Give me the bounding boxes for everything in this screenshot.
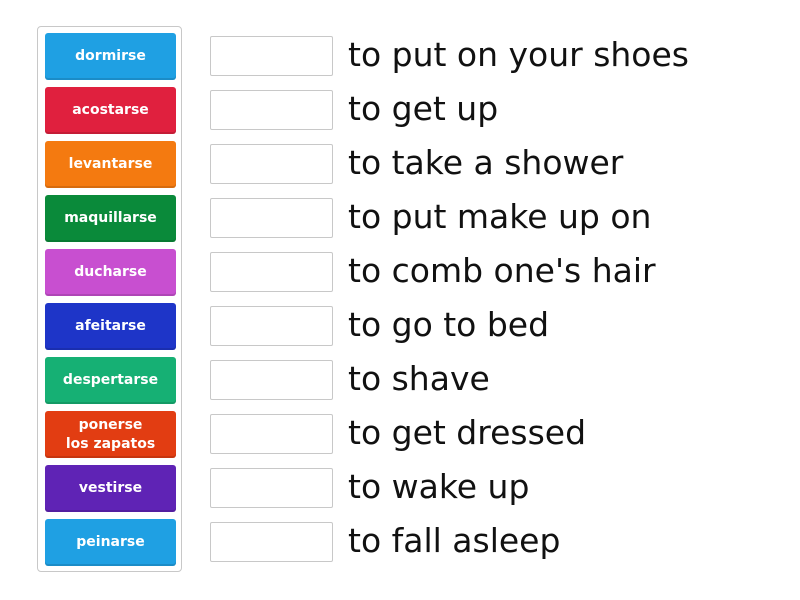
drop-slot[interactable]: [210, 414, 333, 454]
definition-text: to put on your shoes: [348, 35, 689, 74]
tile-label: vestirse: [78, 480, 143, 496]
draggable-tile[interactable]: dormirse: [45, 33, 176, 80]
definition-text: to shave: [348, 359, 490, 398]
definition-text: to get up: [348, 89, 499, 128]
draggable-tile[interactable]: ducharse: [45, 249, 176, 296]
drop-slot[interactable]: [210, 468, 333, 508]
draggable-tile[interactable]: vestirse: [45, 465, 176, 512]
draggable-tile[interactable]: acostarse: [45, 87, 176, 134]
definition-text: to fall asleep: [348, 521, 561, 560]
drop-slot[interactable]: [210, 144, 333, 184]
tile-label: despertarse: [62, 372, 159, 388]
drop-slot[interactable]: [210, 198, 333, 238]
definition-text: to go to bed: [348, 305, 550, 344]
drop-slot[interactable]: [210, 522, 333, 562]
tile-label: levantarse: [68, 156, 153, 172]
drop-slot[interactable]: [210, 90, 333, 130]
draggable-tile[interactable]: levantarse: [45, 141, 176, 188]
definition-text: to wake up: [348, 467, 530, 506]
tile-label: maquillarse: [64, 210, 157, 226]
definition-text: to take a shower: [348, 143, 624, 182]
definition-text: to comb one's hair: [348, 251, 656, 290]
tile-label: ducharse: [74, 264, 147, 280]
definition-text: to get dressed: [348, 413, 587, 452]
drop-slot[interactable]: [210, 306, 333, 346]
drop-slot[interactable]: [210, 252, 333, 292]
drop-slot[interactable]: [210, 36, 333, 76]
tile-label: dormirse: [75, 48, 146, 64]
draggable-tile[interactable]: maquillarse: [45, 195, 176, 242]
draggable-tile[interactable]: peinarse: [45, 519, 176, 566]
drop-slot[interactable]: [210, 360, 333, 400]
draggable-tile[interactable]: despertarse: [45, 357, 176, 404]
tile-label: peinarse: [76, 534, 145, 550]
tile-tray: dormirse acostarse levantarse maquillarse du…: [37, 26, 182, 572]
tile-label: acostarse: [72, 102, 149, 118]
tile-label: ponerse los zapatos: [65, 416, 156, 452]
definition-text: to put make up on: [348, 197, 652, 236]
tile-label: afeitarse: [75, 318, 146, 334]
draggable-tile[interactable]: ponerse los zapatos: [45, 411, 176, 458]
draggable-tile[interactable]: afeitarse: [45, 303, 176, 350]
